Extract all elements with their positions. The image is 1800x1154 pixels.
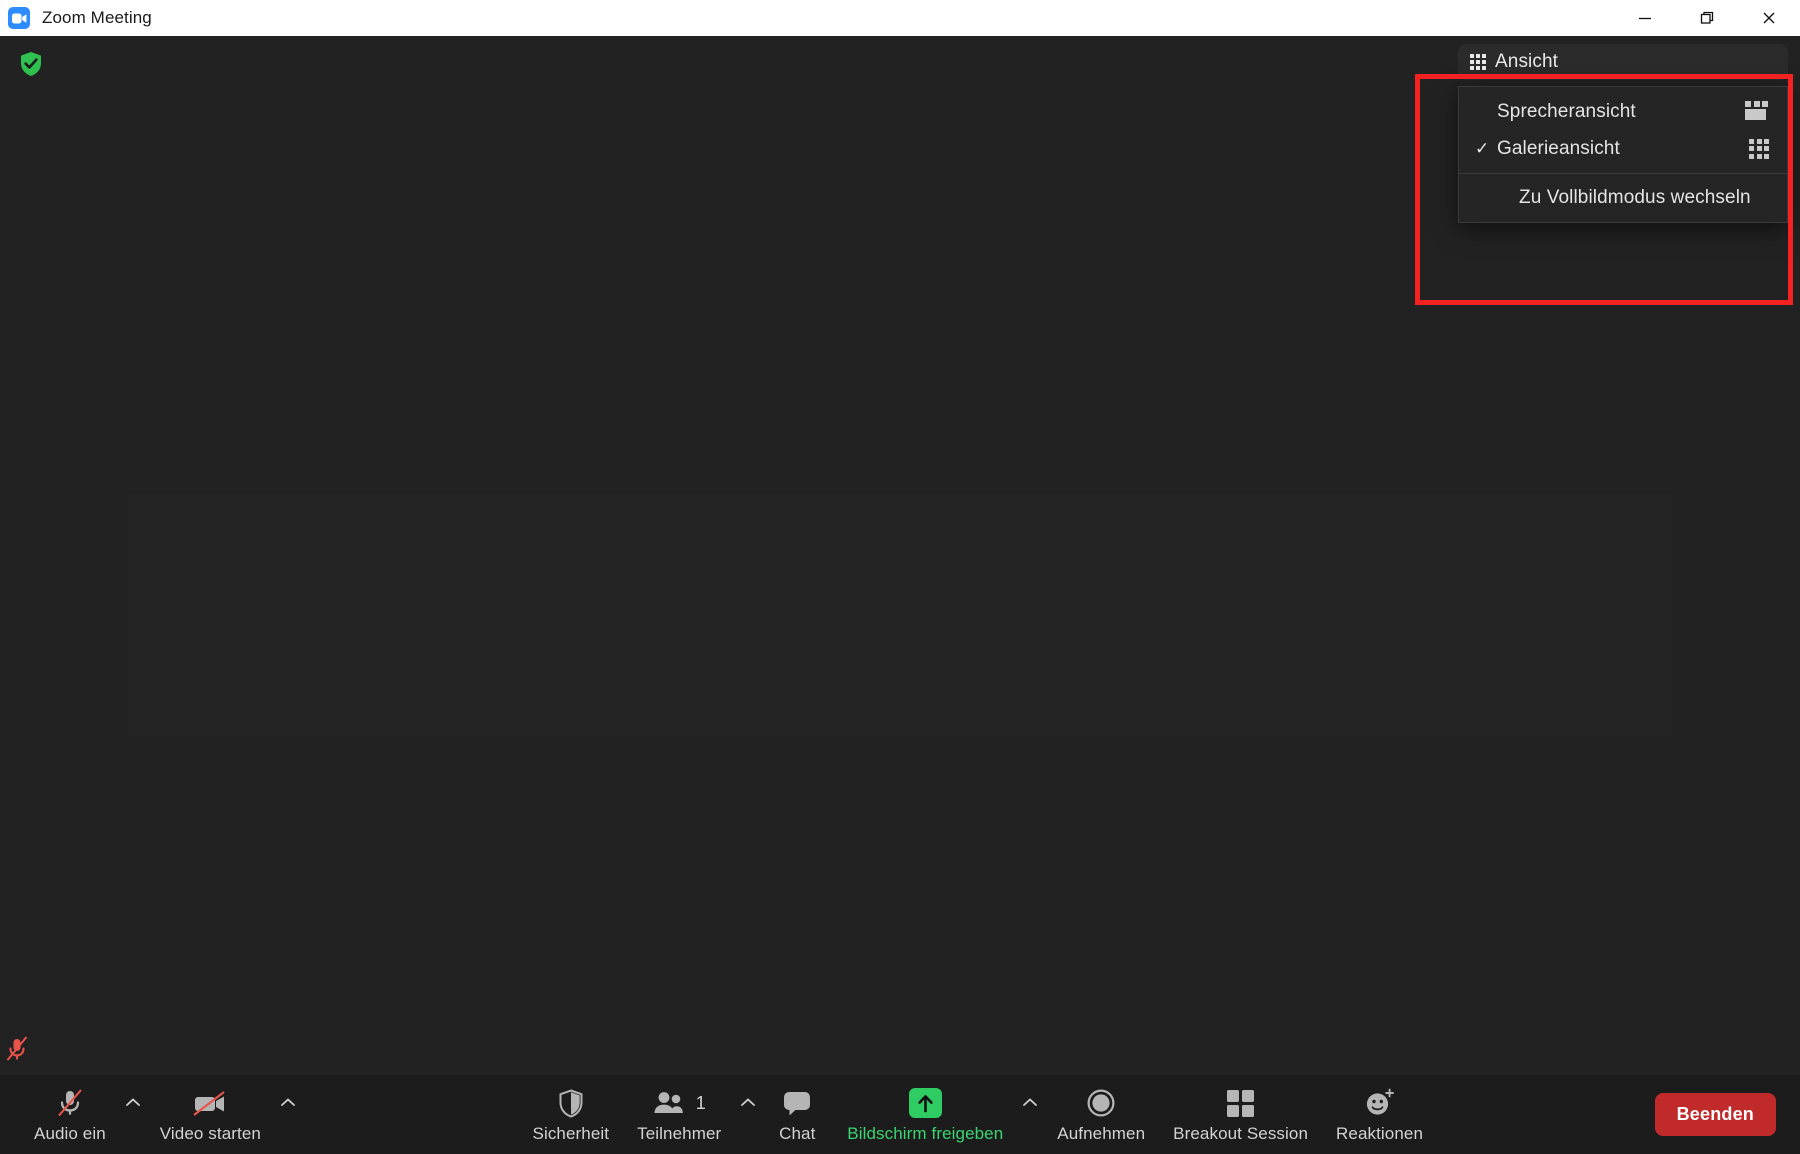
zoom-meeting-window: Zoom Meeting Ansicht Sprecheransicht ✓ G… — [0, 0, 1800, 1154]
breakout-button-label: Breakout Session — [1173, 1124, 1309, 1143]
video-button-label: Video starten — [159, 1124, 261, 1143]
view-button[interactable]: Ansicht — [1458, 44, 1788, 80]
record-button-label: Aufnehmen — [1057, 1124, 1146, 1143]
chat-button[interactable]: Chat — [761, 1075, 833, 1144]
meeting-toolbar: Audio ein Video starten Sicherheit 1 Tei… — [0, 1075, 1800, 1154]
chat-button-label: Chat — [779, 1124, 816, 1143]
participants-button-label: Teilnehmer — [637, 1124, 722, 1143]
view-button-label: Ansicht — [1495, 51, 1559, 72]
audio-options-chevron-icon[interactable] — [120, 1075, 146, 1154]
video-stage: Ansicht Sprecheransicht ✓ Galerieansicht… — [0, 36, 1800, 1075]
audio-button-label: Audio ein — [34, 1124, 106, 1143]
gallery-view-icon — [1749, 138, 1769, 159]
security-button[interactable]: Sicherheit — [519, 1075, 624, 1144]
leave-meeting-button[interactable]: Beenden — [1654, 1093, 1776, 1136]
menu-item-speaker-view[interactable]: Sprecheransicht — [1459, 93, 1787, 130]
menu-item-gallery-view[interactable]: ✓ Galerieansicht — [1459, 130, 1787, 167]
security-button-label: Sicherheit — [532, 1124, 610, 1143]
menu-divider — [1459, 173, 1787, 174]
view-dropdown-menu: Sprecheransicht ✓ Galerieansicht Zu Voll… — [1458, 86, 1788, 223]
window-title: Zoom Meeting — [42, 8, 152, 27]
zoom-camera-icon — [8, 7, 30, 29]
share-screen-button-label: Bildschirm freigeben — [847, 1124, 1004, 1143]
shield-icon — [558, 1086, 584, 1120]
minimize-icon[interactable] — [1614, 0, 1676, 36]
breakout-button[interactable]: Breakout Session — [1159, 1075, 1322, 1144]
participant-count: 1 — [695, 1092, 706, 1113]
menu-item-label: Sprecheransicht — [1497, 100, 1636, 122]
video-button[interactable]: Video starten — [146, 1075, 275, 1144]
participants-button[interactable]: 1 Teilnehmer — [623, 1075, 735, 1144]
restore-icon[interactable] — [1676, 0, 1738, 36]
toolbar-center-group: Sicherheit 1 Teilnehmer Chat Bildschirm … — [519, 1075, 1438, 1154]
view-control: Ansicht Sprecheransicht ✓ Galerieansicht… — [1458, 44, 1788, 223]
speaker-view-icon — [1745, 100, 1769, 123]
window-titlebar: Zoom Meeting — [0, 0, 1800, 36]
participants-options-chevron-icon[interactable] — [735, 1075, 761, 1154]
grid-view-icon — [1470, 54, 1486, 70]
toolbar-left-group: Audio ein Video starten — [20, 1075, 301, 1154]
video-options-chevron-icon[interactable] — [275, 1075, 301, 1154]
camera-muted-icon — [191, 1086, 229, 1120]
record-button[interactable]: Aufnehmen — [1043, 1075, 1159, 1144]
share-options-chevron-icon[interactable] — [1017, 1075, 1043, 1154]
people-icon: 1 — [653, 1086, 706, 1120]
microphone-muted-icon — [55, 1086, 85, 1120]
close-icon[interactable] — [1738, 0, 1800, 36]
smiley-plus-icon — [1364, 1086, 1396, 1120]
video-tile-placeholder — [126, 495, 1674, 735]
menu-item-label: Zu Vollbildmodus wechseln — [1519, 186, 1751, 208]
reactions-button[interactable]: Reaktionen — [1322, 1075, 1437, 1144]
menu-item-checkmark: ✓ — [1475, 138, 1490, 158]
green-shield-check-icon[interactable] — [19, 51, 43, 77]
share-screen-button[interactable]: Bildschirm freigeben — [833, 1075, 1017, 1144]
menu-item-fullscreen[interactable]: Zu Vollbildmodus wechseln — [1459, 179, 1787, 216]
menu-item-label: Galerieansicht — [1497, 137, 1620, 159]
four-squares-icon — [1226, 1086, 1255, 1120]
speech-bubble-icon — [781, 1086, 813, 1120]
share-screen-up-arrow-icon — [908, 1086, 942, 1120]
audio-button[interactable]: Audio ein — [20, 1075, 120, 1144]
muted-microphone-icon — [4, 1035, 30, 1063]
reactions-button-label: Reaktionen — [1336, 1124, 1424, 1143]
record-circle-icon — [1086, 1086, 1116, 1120]
